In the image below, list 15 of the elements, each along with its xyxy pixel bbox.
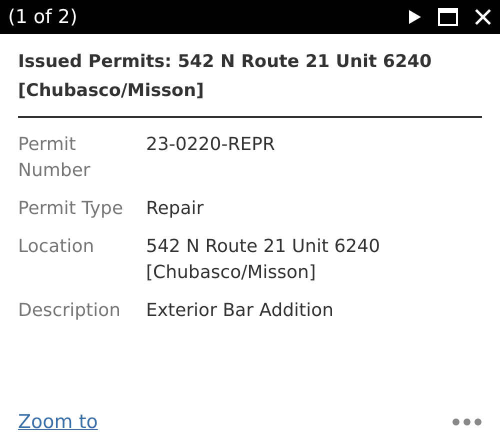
field-label: Description [18,299,122,323]
maximize-icon[interactable] [438,8,458,26]
field-value: 542 N Route 21 Unit 6240 [Chubasco/Misson] [146,235,382,285]
field-value: Repair [146,197,205,221]
field-label: Location [18,235,96,259]
close-icon[interactable] [474,8,492,26]
window-title: (1 of 2) [8,4,78,30]
zoom-to-link[interactable]: Zoom to [18,408,98,436]
field-value: 23-0220-REPR [146,133,276,157]
popup-title: Issued Permits: 542 N Route 21 Unit 6240 [Chubasco/Misson] [18,48,482,118]
next-icon[interactable] [408,9,422,25]
more-icon[interactable] [452,418,482,426]
field-value: Exterior Bar Addition [146,299,335,323]
field-label: Permit Number [18,133,92,183]
field-label: Permit Type [18,197,124,221]
